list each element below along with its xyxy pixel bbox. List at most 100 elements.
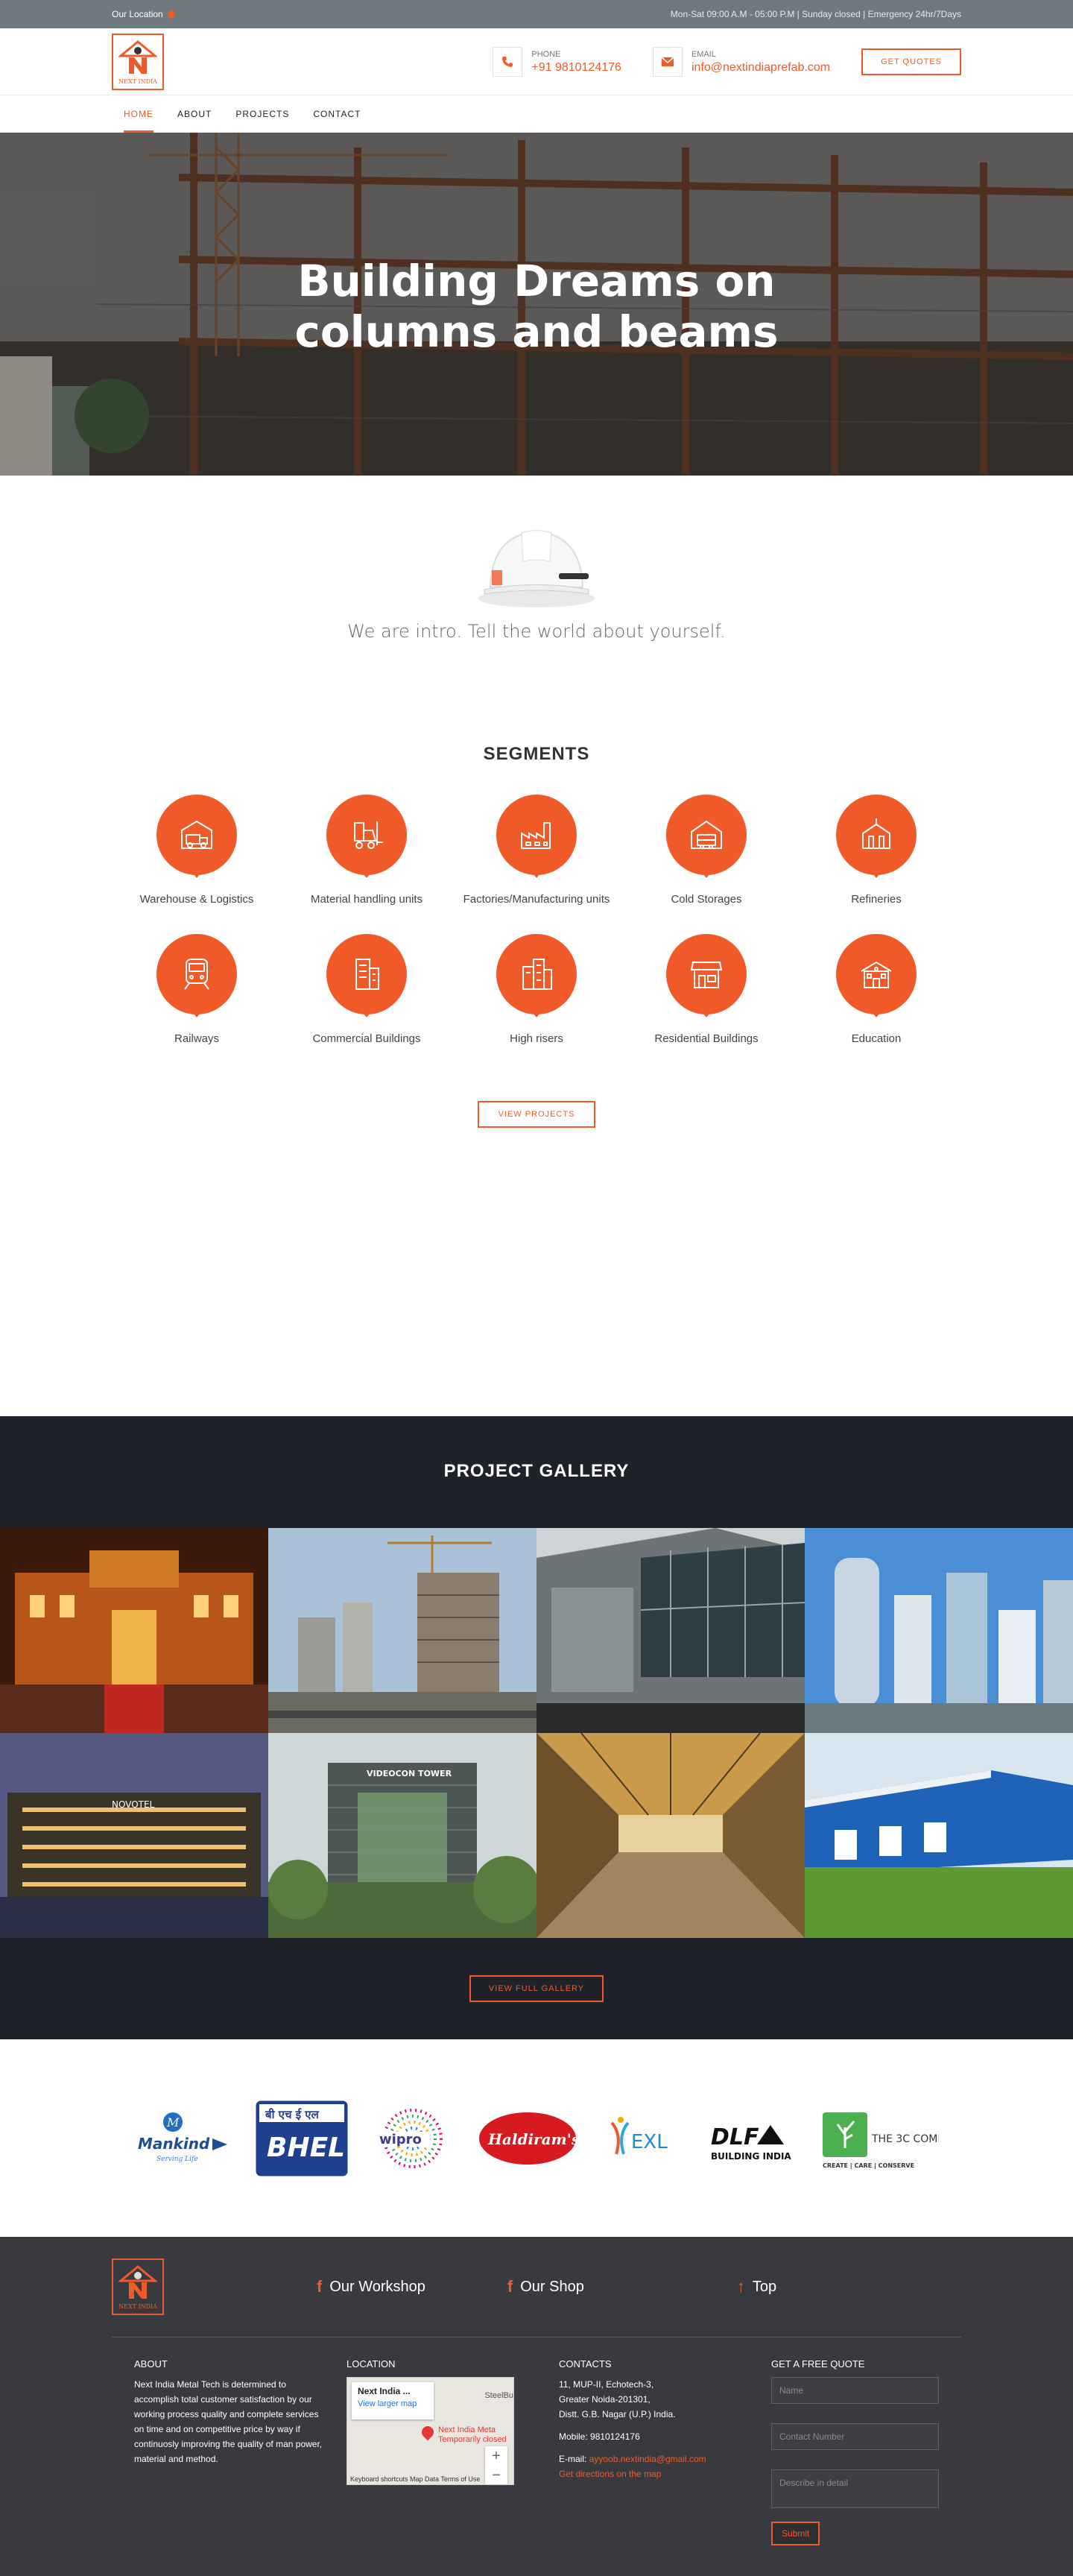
refinery-icon: [862, 818, 890, 849]
back-to-top-link[interactable]: ↑ Top: [737, 2277, 776, 2296]
haldirams-name: Haldiram's: [487, 2130, 577, 2148]
gallery-image-skyline[interactable]: [805, 1528, 1073, 1733]
hero-title-line-2: columns and beams: [294, 306, 779, 357]
facebook-icon: f: [507, 2277, 513, 2296]
segment-label: Factories/Manufacturing units: [463, 893, 610, 906]
site-logo[interactable]: NEXT INDIA: [112, 34, 164, 90]
logo-text: NEXT INDIA: [118, 78, 157, 85]
map-credit: Keyboard shortcuts Map Data Terms of Use: [350, 2475, 481, 2483]
top-bar: Our Location Mon-Sat 09:00 A.M - 05:00 P…: [0, 0, 1073, 28]
contacts-title: CONTACTS: [559, 2358, 612, 2370]
nav-home[interactable]: HOME: [112, 95, 165, 133]
address-line-3: Distt. G.B. Nagar (U.P.) India.: [559, 2409, 676, 2419]
bhel-hindi: बी एच ई एल: [265, 2108, 320, 2121]
our-workshop-label: Our Workshop: [329, 2278, 425, 2295]
hero-title: Building Dreams on columns and beams: [0, 256, 1073, 357]
our-shop-label: Our Shop: [520, 2278, 584, 2295]
segment-label: High risers: [510, 1032, 563, 1045]
segment-label: Cold Storages: [671, 893, 742, 906]
segment-item[interactable]: Railways: [112, 934, 282, 1045]
footer-quote-form: GET A FREE QUOTE Name Contact Number Des…: [749, 2358, 961, 2545]
directions-link[interactable]: Get directions on the map: [559, 2466, 749, 2481]
warehouse-truck-icon: [181, 820, 212, 849]
gallery-image-tower[interactable]: VIDEOCON TOWER: [268, 1733, 536, 1938]
dlf-tagline: BUILDING INDIA: [711, 2151, 791, 2162]
school-icon: [861, 961, 892, 988]
our-workshop-link[interactable]: f Our Workshop: [317, 2277, 425, 2296]
segment-item[interactable]: Material handling units: [282, 795, 452, 906]
segment-item[interactable]: Warehouse & Logistics: [112, 795, 282, 906]
phone-number[interactable]: +91 9810124176: [531, 61, 621, 75]
site-footer: NEXT INDIA f Our Workshop f Our Shop ↑ T…: [0, 2237, 1073, 2576]
segments-title: SEGMENTS: [483, 744, 590, 764]
email-address[interactable]: info@nextindiaprefab.com: [691, 61, 830, 75]
view-larger-map-link[interactable]: View larger map: [358, 2399, 417, 2408]
gallery-image-office[interactable]: [536, 1528, 805, 1733]
phone-label: PHONE: [531, 49, 561, 59]
segment-label: Education: [851, 1032, 902, 1045]
hotel-sign: NOVOTEL: [112, 1799, 155, 1810]
footer-email-link[interactable]: ayyoob.nextindia@gmail.com: [589, 2454, 706, 2464]
site-header: NEXT INDIA PHONE +91 9810124176 EMAIL in…: [0, 28, 1073, 95]
map-zoom-controls[interactable]: + −: [485, 2446, 507, 2484]
segments-section: SEGMENTS Warehouse & Logistics Material …: [0, 699, 1073, 1416]
gallery-image-warehouse-interior[interactable]: [536, 1733, 805, 1938]
view-full-gallery-button[interactable]: VIEW FULL GALLERY: [469, 1975, 604, 2002]
gallery-image-blue-warehouse[interactable]: [805, 1733, 1073, 1938]
segment-label: Refineries: [851, 893, 902, 906]
segment-item[interactable]: Commercial Buildings: [282, 934, 452, 1045]
segment-item[interactable]: Cold Storages: [621, 795, 791, 906]
contact-number-input[interactable]: Contact Number: [771, 2423, 939, 2450]
description-textarea[interactable]: Describe in detail: [771, 2469, 939, 2508]
segment-item[interactable]: Education: [791, 934, 961, 1045]
nav-about[interactable]: ABOUT: [165, 95, 224, 133]
our-shop-link[interactable]: f Our Shop: [507, 2277, 584, 2296]
train-icon: [184, 959, 209, 990]
phone-icon: [493, 47, 523, 77]
location-title: LOCATION: [346, 2358, 396, 2370]
about-title: ABOUT: [134, 2358, 168, 2370]
gallery-image-temple[interactable]: [0, 1528, 268, 1733]
footer-contacts: CONTACTS 11, MUP-II, Echotech-3, Greater…: [536, 2358, 749, 2545]
get-quotes-button[interactable]: GET QUOTES: [861, 48, 961, 75]
map-marker-label: Next India Meta Temporarily closed: [438, 2425, 507, 2445]
our-location-link[interactable]: Our Location: [112, 8, 177, 20]
tower-sign: VIDEOCON TOWER: [367, 1769, 452, 1778]
gallery-image-hotel[interactable]: NOVOTEL: [0, 1733, 268, 1938]
office-building-icon: [355, 959, 379, 990]
footer-logo[interactable]: NEXT INDIA: [112, 2258, 164, 2315]
gallery-grid: NOVOTEL VIDEOCON TOWER: [0, 1528, 1073, 1938]
client-logo-haldirams: Haldiram's: [478, 2097, 577, 2179]
high-rise-icon: [522, 959, 552, 990]
segment-item[interactable]: Residential Buildings: [621, 934, 791, 1045]
factory-icon: [521, 822, 551, 849]
segment-label: Warehouse & Logistics: [139, 893, 254, 906]
view-projects-button[interactable]: VIEW PROJECTS: [477, 1101, 596, 1128]
map-marker-icon[interactable]: [419, 2423, 437, 2441]
3c-tagline: CREATE | CARE | CONSERVE: [823, 2162, 914, 2169]
email-label: E-mail:: [559, 2454, 589, 2464]
segments-grid: Warehouse & Logistics Material handling …: [0, 795, 1073, 1045]
segment-item[interactable]: High risers: [452, 934, 621, 1045]
nav-projects[interactable]: PROJECTS: [224, 95, 301, 133]
segment-item[interactable]: Refineries: [791, 795, 961, 906]
shop-house-icon: [690, 962, 723, 988]
business-hours: Mon-Sat 09:00 A.M - 05:00 P.M | Sunday c…: [670, 9, 961, 19]
hero-title-line-1: Building Dreams on: [297, 256, 776, 306]
google-map[interactable]: Next India ... View larger map SteelBu N…: [346, 2377, 514, 2485]
phone-contact[interactable]: PHONE +91 9810124176: [493, 47, 621, 77]
email-contact[interactable]: EMAIL info@nextindiaprefab.com: [652, 47, 830, 77]
segment-label: Material handling units: [310, 893, 423, 906]
clients-section: M Mankind Serving Life बी एच ई एल BHEL w…: [0, 2039, 1073, 2237]
cold-storage-icon: [691, 820, 722, 849]
map-info-card: Next India ... View larger map: [352, 2382, 434, 2419]
gallery-image-construction[interactable]: [268, 1528, 536, 1733]
footer-logo-text: NEXT INDIA: [118, 2302, 157, 2310]
segment-item[interactable]: Factories/Manufacturing units: [452, 795, 621, 906]
nav-contact[interactable]: CONTACT: [301, 95, 373, 133]
map-marker-title: Next India Meta: [438, 2425, 496, 2434]
footer-about: ABOUT Next India Metal Tech is determine…: [112, 2358, 324, 2545]
email-label: EMAIL: [691, 49, 716, 59]
name-input[interactable]: Name: [771, 2377, 939, 2404]
submit-button[interactable]: Submit: [771, 2522, 820, 2545]
